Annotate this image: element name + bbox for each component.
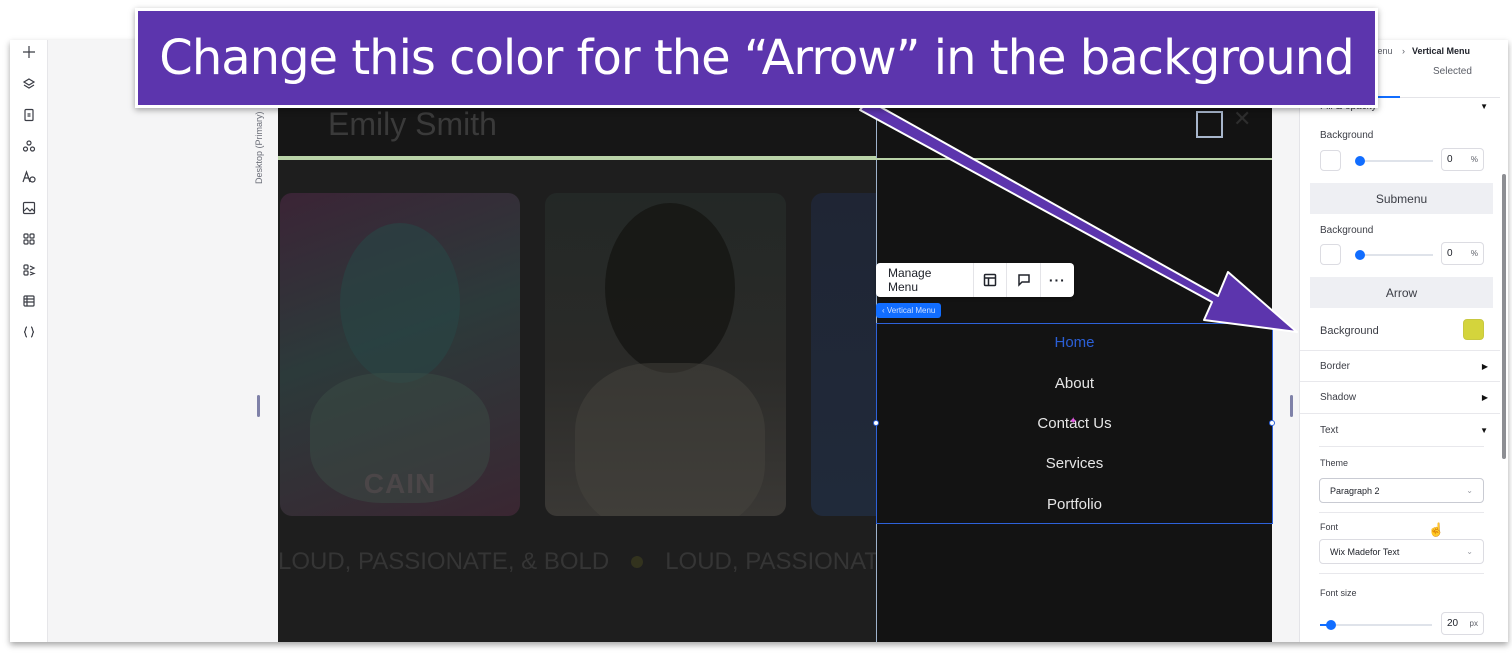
submenu-bg-color-swatch[interactable] — [1320, 244, 1341, 265]
add-icon[interactable] — [19, 42, 39, 62]
shadow-section[interactable]: Shadow ▶ — [1300, 382, 1500, 414]
left-toolbar — [10, 40, 48, 642]
panel-scrollbar[interactable] — [1502, 174, 1506, 459]
cms-table-icon[interactable] — [19, 291, 39, 311]
more-button[interactable]: ··· — [1041, 263, 1074, 297]
apps-connect-icon[interactable] — [19, 136, 39, 156]
editor-window: Desktop (Primary) Emily Smith CAIN LOUD,… — [10, 40, 1508, 642]
theme-label: Theme — [1320, 458, 1349, 468]
manage-menu-button[interactable]: Manage Menu — [876, 263, 974, 297]
font-size-input[interactable]: 20 px — [1441, 612, 1484, 635]
center-point-icon: ✦ — [1069, 416, 1078, 427]
marquee-text: LOUD, PASSIONATE, & BOLD LOUD, PASSIONAT… — [278, 548, 896, 575]
vertical-menu-tag[interactable]: ‹ Vertical Menu — [876, 303, 942, 318]
design-panel: Menu › Vertical Menu Selected Fill & opa… — [1299, 40, 1508, 642]
left-resize-handle[interactable] — [257, 395, 260, 417]
resize-handle-left[interactable] — [873, 420, 879, 426]
comment-button[interactable] — [1007, 263, 1041, 297]
app-market-icon[interactable] — [19, 229, 39, 249]
caret-down-icon: ▼ — [1480, 101, 1488, 111]
divider — [1319, 512, 1484, 513]
annotation-text: Change this color for the “Arrow” in the… — [159, 30, 1354, 86]
resize-handle-right[interactable] — [1269, 420, 1275, 426]
vertical-menu[interactable]: Home About Contact Us Services Portfolio… — [873, 323, 1275, 524]
submenu-bg-opacity-input[interactable]: 0 % — [1441, 242, 1484, 265]
breakpoint-label[interactable]: Desktop (Primary) — [252, 100, 266, 190]
font-size-slider[interactable] — [1320, 620, 1432, 630]
menu-bg-color-swatch[interactable] — [1320, 150, 1341, 171]
divider — [1319, 573, 1484, 574]
annotation-callout: Change this color for the “Arrow” in the… — [135, 8, 1378, 108]
gallery-image-2[interactable] — [545, 193, 786, 516]
text-theme-icon[interactable] — [19, 167, 39, 187]
code-icon[interactable] — [19, 322, 39, 342]
close-icon[interactable]: ✕ — [1233, 106, 1251, 132]
menu-item-about[interactable]: About — [877, 375, 1272, 392]
right-resize-handle[interactable] — [1290, 395, 1293, 417]
tab-selected[interactable]: Selected — [1433, 66, 1472, 77]
menu-item-services[interactable]: Services — [877, 455, 1272, 472]
context-toolbar: Manage Menu ··· — [876, 263, 1074, 297]
gallery-image-1[interactable]: CAIN — [280, 193, 520, 516]
chevron-down-icon: ⌄ — [1466, 547, 1473, 556]
pages-icon[interactable] — [19, 105, 39, 125]
slider-knob[interactable] — [1355, 250, 1365, 260]
menu-bg-label: Background — [1320, 130, 1374, 141]
font-label: Font — [1320, 522, 1339, 532]
more-icon: ··· — [1048, 272, 1066, 288]
font-size-label: Font size — [1320, 588, 1357, 598]
business-apps-icon[interactable] — [19, 260, 39, 280]
menu-bg-opacity-input[interactable]: 0 % — [1441, 148, 1484, 171]
menu-item-portfolio[interactable]: Portfolio — [877, 496, 1272, 513]
media-icon[interactable] — [19, 198, 39, 218]
separator-dot — [631, 556, 644, 568]
submenu-bg-label: Background — [1320, 225, 1374, 236]
font-dropdown[interactable]: Wix Madefor Text ⌄ — [1319, 539, 1484, 564]
hand-cursor-icon: ☝ — [1428, 522, 1445, 537]
layers-icon[interactable] — [19, 74, 39, 94]
slider-knob[interactable] — [1355, 156, 1365, 166]
theme-dropdown[interactable]: Paragraph 2 ⌄ — [1319, 478, 1484, 503]
card-caption: CAIN — [363, 468, 437, 499]
menu-item-home[interactable]: Home — [877, 334, 1272, 351]
menu-bg-opacity-slider[interactable] — [1355, 156, 1433, 166]
breadcrumb-current: Vertical Menu — [1412, 46, 1471, 56]
site-title[interactable]: Emily Smith — [328, 106, 497, 143]
comment-icon — [1017, 274, 1030, 287]
text-section[interactable]: Text ▼ — [1300, 414, 1500, 446]
arrow-bg-color-swatch[interactable] — [1463, 319, 1484, 340]
slider-knob[interactable] — [1326, 620, 1336, 630]
header-guide-line — [278, 158, 1272, 160]
divider — [1319, 446, 1484, 447]
hamburger-box[interactable] — [1196, 111, 1223, 138]
caret-right-icon: ▶ — [1481, 393, 1488, 402]
chevron-down-icon: ⌄ — [1466, 486, 1473, 495]
caret-down-icon: ▼ — [1480, 425, 1488, 435]
layout-icon — [983, 273, 997, 287]
caret-right-icon: ▶ — [1481, 361, 1488, 371]
submenu-bg-opacity-slider[interactable] — [1355, 250, 1433, 260]
border-section[interactable]: Border ▶ — [1300, 350, 1500, 382]
layout-button[interactable] — [974, 263, 1008, 297]
submenu-section-header: Submenu — [1310, 183, 1493, 214]
arrow-section-header: Arrow — [1310, 277, 1493, 308]
